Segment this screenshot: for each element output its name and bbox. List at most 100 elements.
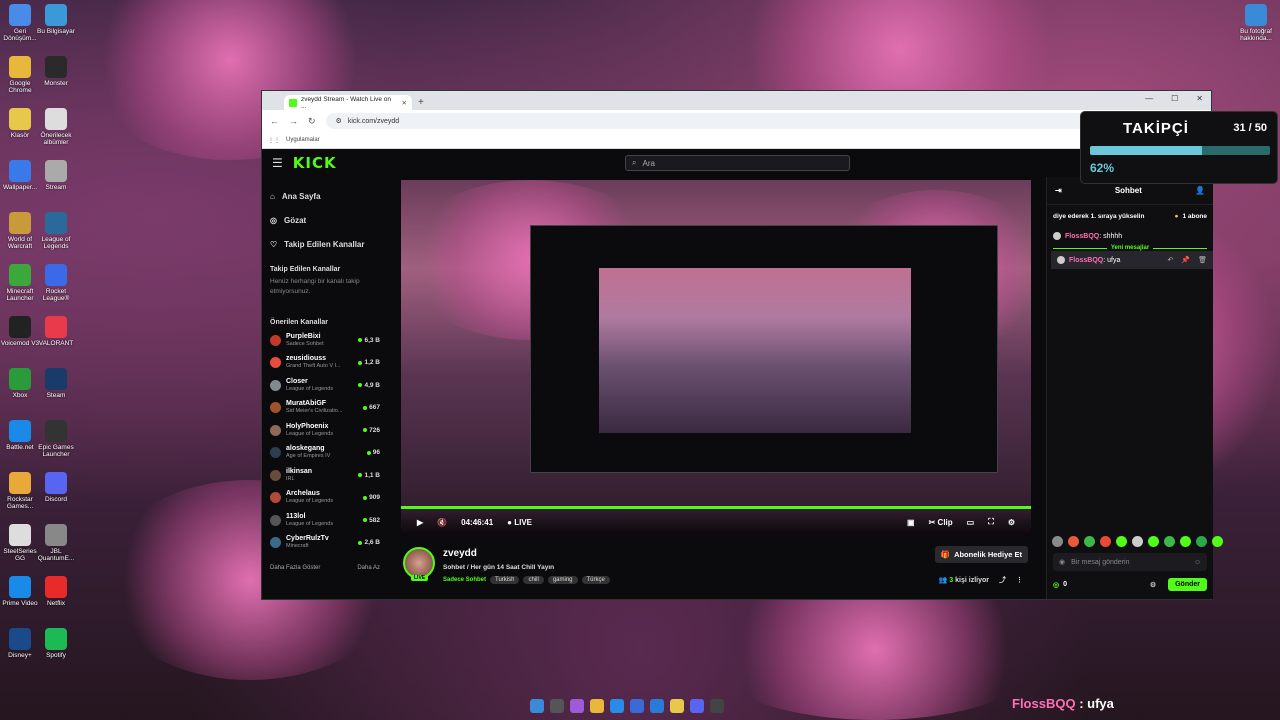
- emote-icon[interactable]: [1180, 536, 1191, 547]
- close-tab-icon[interactable]: ✕: [402, 99, 407, 107]
- share-icon[interactable]: ⤴: [999, 575, 1006, 585]
- desktop-icon[interactable]: Voicemod V3: [0, 316, 40, 347]
- desktop-icon[interactable]: Spotify: [36, 628, 76, 659]
- recommended-channel[interactable]: 113lol League of Legends 582: [270, 509, 380, 532]
- chrome-icon[interactable]: [670, 699, 684, 713]
- gift-sub-button[interactable]: 🎁 Abonelik Hediye Et: [934, 546, 1028, 563]
- desktop-icon[interactable]: World of Warcraft: [0, 212, 40, 250]
- desktop-icon[interactable]: Google Chrome: [0, 56, 40, 94]
- fullscreen-icon[interactable]: ⛶: [988, 517, 994, 527]
- desktop-icon[interactable]: Xbox: [0, 368, 40, 399]
- desktop-icon[interactable]: Rocket League®: [36, 264, 76, 302]
- site-info-icon[interactable]: ⚙: [336, 117, 342, 125]
- desktop-icon[interactable]: Netflix: [36, 576, 76, 607]
- sidebar-nav-item[interactable]: ◎ Gözat: [270, 208, 380, 232]
- mute-icon[interactable]: 🔇: [437, 518, 447, 527]
- emote-icon[interactable]: [1084, 536, 1095, 547]
- obs-icon[interactable]: [710, 699, 724, 713]
- emote-icon[interactable]: [1148, 536, 1159, 547]
- forward-icon[interactable]: →: [289, 116, 298, 126]
- recommended-channel[interactable]: MuratAbiGF Sid Meier's Civilizatio... 667: [270, 397, 380, 420]
- chat-username[interactable]: FlossBQQ: [1069, 257, 1103, 264]
- desktop-icon[interactable]: Monster: [36, 56, 76, 87]
- recommended-channel[interactable]: Archelaus League of Legends 909: [270, 487, 380, 510]
- emote-icon[interactable]: [1052, 536, 1063, 547]
- chat-settings-icon[interactable]: ⚙: [1150, 581, 1156, 589]
- stream-tag[interactable]: gaming: [547, 576, 578, 584]
- bookmark-apps[interactable]: Uygulamalar: [286, 137, 320, 143]
- recommended-channel[interactable]: aloskegang Age of Empires IV 96: [270, 442, 380, 465]
- chat-message[interactable]: FlossBQQ: shhhh: [1047, 227, 1213, 245]
- emoji-icon[interactable]: ☺: [1194, 559, 1201, 566]
- send-button[interactable]: Gönder: [1168, 578, 1207, 591]
- desktop-icon[interactable]: Battle.net: [0, 420, 40, 451]
- store-icon[interactable]: [630, 699, 644, 713]
- desktop-icon[interactable]: Disney+: [0, 628, 40, 659]
- chat-username[interactable]: FlossBQQ: [1065, 233, 1099, 240]
- recommended-channel[interactable]: PurpleBixi Sadece Sohbet 6,3 B: [270, 329, 380, 352]
- show-less-link[interactable]: Daha Az: [357, 565, 380, 571]
- chat-users-icon[interactable]: 👤: [1195, 186, 1205, 195]
- pinned-gift-banner[interactable]: diye ederek 1. sıraya yükselin ● 1 abone: [1047, 209, 1213, 223]
- kick-logo[interactable]: KICK: [293, 154, 337, 172]
- desktop-icon[interactable]: Rockstar Games...: [0, 472, 40, 510]
- start-icon[interactable]: [530, 699, 544, 713]
- streamer-name[interactable]: zveydd: [443, 548, 477, 559]
- emote-icon[interactable]: [1068, 536, 1079, 547]
- desktop-icon[interactable]: Stream: [36, 160, 76, 191]
- desktop-icon[interactable]: JBL QuantumE...: [36, 524, 76, 562]
- sidebar-nav-item[interactable]: ⌂ Ana Sayfa: [270, 184, 380, 208]
- close-window-icon[interactable]: ✕: [1196, 94, 1203, 103]
- recommended-channel[interactable]: CyberRulzTv Minecraft 2,6 B: [270, 532, 380, 555]
- mail-icon[interactable]: [650, 699, 664, 713]
- desktop-icon[interactable]: Wallpaper...: [0, 160, 40, 191]
- desktop-icon-photo-info[interactable]: Bu fotoğraf hakkında...: [1236, 4, 1276, 42]
- emote-icon[interactable]: [1212, 536, 1223, 547]
- theater-mode-icon[interactable]: ▣: [907, 518, 915, 527]
- stream-tag[interactable]: chill: [523, 576, 544, 584]
- sidebar-nav-item[interactable]: ♡ Takip Edilen Kanallar: [270, 232, 380, 256]
- emote-icon[interactable]: [1116, 536, 1127, 547]
- play-icon[interactable]: ▶: [417, 518, 423, 527]
- recommended-channel[interactable]: Closer League of Legends 4,9 B: [270, 374, 380, 397]
- maximize-icon[interactable]: ☐: [1171, 94, 1178, 103]
- apps-icon[interactable]: ⋮⋮: [268, 137, 280, 144]
- recommended-channel[interactable]: ilkinsan IRL 1,1 B: [270, 464, 380, 487]
- new-tab-icon[interactable]: +: [418, 97, 424, 108]
- chat-message-highlighted[interactable]: FlossBQQ: ufya ↶ 📌 🗑: [1051, 251, 1213, 269]
- search-input[interactable]: ⌕ Ara: [625, 155, 850, 171]
- edge-icon[interactable]: [610, 699, 624, 713]
- emote-icon[interactable]: [1132, 536, 1143, 547]
- desktop-icon[interactable]: Discord: [36, 472, 76, 503]
- copilot-icon[interactable]: [570, 699, 584, 713]
- emote-icon[interactable]: [1100, 536, 1111, 547]
- pip-icon[interactable]: ▭: [967, 518, 975, 527]
- more-options-icon[interactable]: ⋮: [1016, 576, 1023, 584]
- desktop-icon[interactable]: Epic Games Launcher: [36, 420, 76, 458]
- desktop-icon[interactable]: Geri Dönüşüm...: [0, 4, 40, 42]
- delete-icon[interactable]: 🗑: [1198, 256, 1207, 264]
- back-icon[interactable]: ←: [270, 116, 279, 126]
- desktop-icon[interactable]: League of Legends: [36, 212, 76, 250]
- desktop-icon[interactable]: Prime Video: [0, 576, 40, 607]
- desktop-icon[interactable]: Steam: [36, 368, 76, 399]
- stream-tag[interactable]: Turkish: [490, 576, 520, 584]
- category-link[interactable]: Sadece Sohbet: [443, 577, 486, 583]
- task-view-icon[interactable]: [550, 699, 564, 713]
- desktop-icon[interactable]: Önerilecek albümler: [36, 108, 76, 146]
- menu-icon[interactable]: ☰: [272, 156, 283, 170]
- show-more-link[interactable]: Daha Fazla Göster: [270, 565, 320, 571]
- desktop-icon[interactable]: Minecraft Launcher: [0, 264, 40, 302]
- desktop-icon[interactable]: SteelSeries GG: [0, 524, 40, 562]
- collapse-chat-icon[interactable]: ⇥: [1055, 186, 1062, 195]
- emote-icon[interactable]: [1196, 536, 1207, 547]
- desktop-icon[interactable]: Bu Bilgisayar: [36, 4, 76, 35]
- desktop-icon[interactable]: Klasör: [0, 108, 40, 139]
- browser-tab[interactable]: zveydd Stream - Watch Live on ... ✕: [284, 95, 412, 110]
- reply-icon[interactable]: ↶: [1168, 256, 1174, 264]
- desktop-icon[interactable]: VALORANT: [36, 316, 76, 347]
- file-explorer-icon[interactable]: [590, 699, 604, 713]
- minimize-icon[interactable]: —: [1145, 94, 1153, 103]
- emote-icon[interactable]: [1164, 536, 1175, 547]
- chat-input[interactable]: ◉ Bir mesaj gönderin ☺: [1053, 553, 1207, 571]
